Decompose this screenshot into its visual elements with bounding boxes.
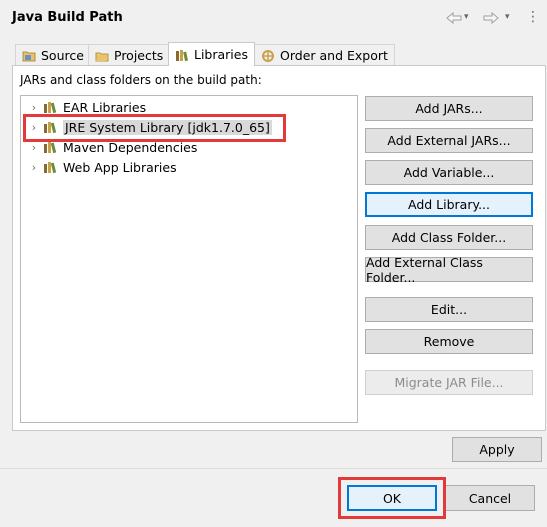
back-arrow-icon[interactable] [444,10,464,26]
add-class-folder-button[interactable]: Add Class Folder... [365,225,533,250]
order-export-icon [261,49,275,63]
tab-libraries[interactable]: Libraries [168,42,255,66]
library-icon [43,100,59,114]
tree-item-label: EAR Libraries [63,99,147,115]
add-variable-button[interactable]: Add Variable... [365,160,533,185]
projects-folder-icon [95,49,109,63]
back-dropdown-icon[interactable]: ▾ [464,12,469,22]
chevron-right-icon[interactable]: › [29,161,39,174]
tab-libraries-label: Libraries [194,47,248,62]
tab-projects[interactable]: Projects [88,44,171,66]
forward-arrow-icon[interactable] [481,10,501,26]
tree-item-label: Web App Libraries [63,159,177,175]
footer-divider [0,468,547,469]
tab-order-and-export[interactable]: Order and Export [254,44,395,66]
cancel-button[interactable]: Cancel [445,485,535,511]
chevron-right-icon[interactable]: › [29,141,39,154]
tab-order-and-export-label: Order and Export [280,48,388,63]
tab-source-label: Source [41,48,84,63]
remove-button[interactable]: Remove [365,329,533,354]
add-external-class-folder-button[interactable]: Add External Class Folder... [365,255,533,285]
add-external-jars-button[interactable]: Add External JARs... [365,128,533,153]
jre-highlight-box [23,114,286,142]
library-icon [43,140,59,154]
apply-button[interactable]: Apply [452,437,542,462]
library-tree[interactable]: › EAR Libraries › JRE System Library [jd… [20,95,358,423]
edit-button[interactable]: Edit... [365,297,533,322]
tree-item-web-app-libraries[interactable]: › Web App Libraries [29,158,177,176]
more-options-icon[interactable]: ⋮ [526,9,540,25]
build-path-description: JARs and class folders on the build path… [20,73,262,87]
libraries-icon [175,48,189,62]
dialog-title: Java Build Path [12,10,123,25]
chevron-right-icon[interactable]: › [29,101,39,114]
tab-projects-label: Projects [114,48,164,63]
library-icon [43,160,59,174]
source-folder-icon [22,49,36,63]
add-library-button[interactable]: Add Library... [365,192,533,217]
tab-source[interactable]: Source [15,44,91,66]
migrate-jar-button: Migrate JAR File... [365,370,533,395]
add-jars-button[interactable]: Add JARs... [365,96,533,121]
ok-highlight-box [338,477,446,519]
forward-dropdown-icon[interactable]: ▾ [505,12,510,22]
